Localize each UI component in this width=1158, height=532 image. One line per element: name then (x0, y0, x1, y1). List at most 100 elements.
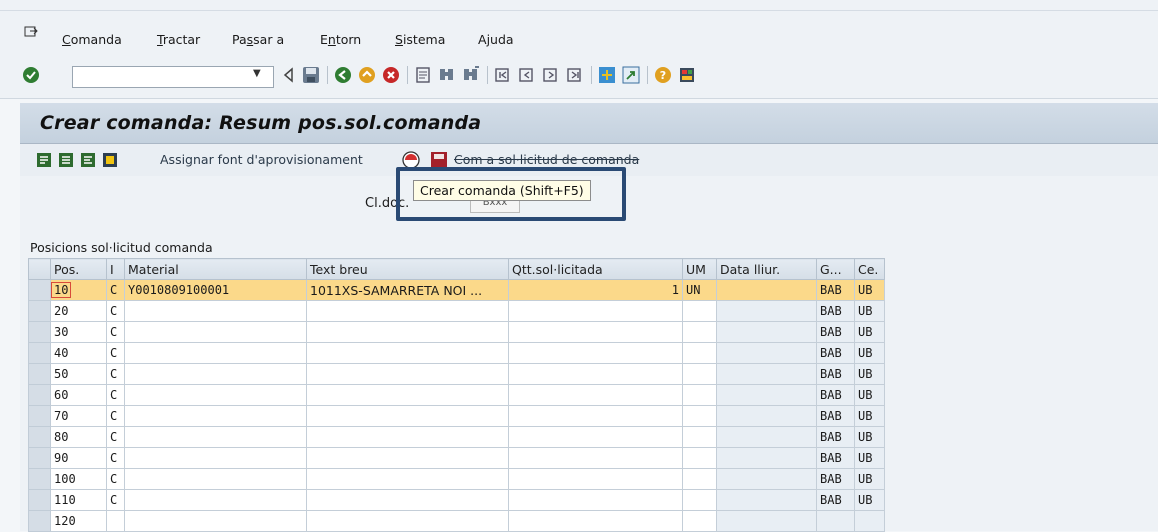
cell-pos[interactable]: 60 (50, 384, 107, 406)
cell-text[interactable] (306, 510, 509, 532)
cell-g[interactable]: BAB (816, 363, 855, 385)
cell-ce[interactable]: UB (854, 342, 885, 364)
menu-sistema[interactable]: Sistema (395, 32, 445, 47)
cell-pos-focused[interactable]: 10 (51, 282, 72, 298)
cell-material[interactable] (124, 321, 307, 343)
cell-ce[interactable]: UB (854, 321, 885, 343)
cell-material[interactable]: Y0010809100001 (124, 279, 307, 301)
cell-text[interactable] (306, 321, 509, 343)
cell-date[interactable] (716, 468, 817, 490)
cell-qty[interactable] (508, 447, 683, 469)
cell-date[interactable] (716, 489, 817, 511)
cell-g[interactable]: BAB (816, 384, 855, 406)
back-nav-icon[interactable] (334, 66, 352, 84)
row-selector[interactable] (28, 489, 51, 511)
column-header[interactable]: Ce. (854, 258, 885, 280)
document-overview-icon[interactable] (36, 152, 52, 168)
cell-date[interactable] (716, 300, 817, 322)
menu-tractar[interactable]: Tractar (157, 32, 200, 47)
cell-material[interactable] (124, 510, 307, 532)
row-selector[interactable] (28, 321, 51, 343)
cell-ce[interactable]: UB (854, 468, 885, 490)
cell-pos[interactable]: 40 (50, 342, 107, 364)
previous-page-icon[interactable] (518, 66, 536, 84)
cell-ce[interactable]: UB (854, 405, 885, 427)
cell-i[interactable]: C (106, 405, 125, 427)
cell-text[interactable] (306, 426, 509, 448)
row-selector[interactable] (28, 468, 51, 490)
deselect-all-icon[interactable] (80, 152, 96, 168)
menu-passar-a[interactable]: Passar a (232, 32, 284, 47)
cell-ce[interactable]: UB (854, 489, 885, 511)
cell-pos[interactable]: 70 (50, 405, 107, 427)
column-header[interactable]: Qtt.sol·licitada (508, 258, 683, 280)
column-header[interactable]: Pos. (50, 258, 107, 280)
cell-date[interactable] (716, 426, 817, 448)
cell-g[interactable]: BAB (816, 447, 855, 469)
select-all-icon[interactable] (58, 152, 74, 168)
row-selector[interactable] (28, 447, 51, 469)
table-row[interactable]: 20 C BAB UB (28, 300, 885, 322)
cell-um[interactable] (682, 489, 717, 511)
cell-i[interactable]: C (106, 363, 125, 385)
cell-pos[interactable]: 110 (50, 489, 107, 511)
cell-um[interactable]: UN (682, 279, 717, 301)
cell-text[interactable] (306, 405, 509, 427)
cell-date[interactable] (716, 321, 817, 343)
cell-date[interactable] (716, 405, 817, 427)
convert-to-request-button[interactable]: Com a sol·licitud de comanda (454, 152, 639, 167)
cell-i[interactable]: C (106, 468, 125, 490)
column-header[interactable]: G... (816, 258, 855, 280)
column-header[interactable]: I (106, 258, 125, 280)
cell-ce[interactable]: UB (854, 426, 885, 448)
help-icon[interactable]: ? (654, 66, 672, 84)
cell-text[interactable] (306, 363, 509, 385)
row-selector[interactable] (28, 426, 51, 448)
cell-material[interactable] (124, 300, 307, 322)
cell-ce[interactable]: UB (854, 384, 885, 406)
command-dropdown-icon[interactable]: ▼ (253, 68, 261, 79)
cell-um[interactable] (682, 300, 717, 322)
table-row[interactable]: 110 C BAB UB (28, 489, 885, 511)
table-row[interactable]: 100 C BAB UB (28, 468, 885, 490)
cell-pos[interactable]: 20 (50, 300, 107, 322)
cell-um[interactable] (682, 363, 717, 385)
cell-g[interactable]: BAB (816, 342, 855, 364)
row-selector[interactable] (28, 405, 51, 427)
cell-pos[interactable]: 100 (50, 468, 107, 490)
row-selector[interactable] (28, 300, 51, 322)
cell-date[interactable] (716, 363, 817, 385)
cell-i[interactable]: C (106, 426, 125, 448)
column-header[interactable]: Material (124, 258, 307, 280)
row-selector[interactable] (28, 510, 51, 532)
cell-date[interactable] (716, 279, 817, 301)
cell-text[interactable]: 1011XS-SAMARRETA NOI ... (306, 279, 509, 301)
cell-qty[interactable] (508, 384, 683, 406)
table-row[interactable]: 120 (28, 510, 885, 532)
table-row[interactable]: 30 C BAB UB (28, 321, 885, 343)
new-session-icon[interactable] (598, 66, 616, 84)
cell-material[interactable] (124, 468, 307, 490)
cell-material[interactable] (124, 489, 307, 511)
cell-date[interactable] (716, 510, 817, 532)
cell-g[interactable]: BAB (816, 426, 855, 448)
cell-g[interactable]: BAB (816, 321, 855, 343)
cancel-icon[interactable] (382, 66, 400, 84)
menu-comanda[interactable]: Comanda (62, 32, 122, 47)
save-icon[interactable] (302, 66, 320, 84)
command-field[interactable] (72, 66, 274, 88)
cell-qty[interactable] (508, 489, 683, 511)
column-header[interactable]: Text breu (306, 258, 509, 280)
row-selector[interactable] (28, 342, 51, 364)
cell-text[interactable] (306, 468, 509, 490)
cell-qty[interactable] (508, 510, 683, 532)
cell-pos[interactable]: 10 (50, 279, 107, 301)
cell-qty[interactable] (508, 342, 683, 364)
next-page-icon[interactable] (542, 66, 560, 84)
cell-qty[interactable] (508, 426, 683, 448)
cell-ce[interactable]: UB (854, 279, 885, 301)
cell-material[interactable] (124, 363, 307, 385)
cell-i[interactable]: C (106, 321, 125, 343)
cell-um[interactable] (682, 405, 717, 427)
last-page-icon[interactable] (566, 66, 584, 84)
